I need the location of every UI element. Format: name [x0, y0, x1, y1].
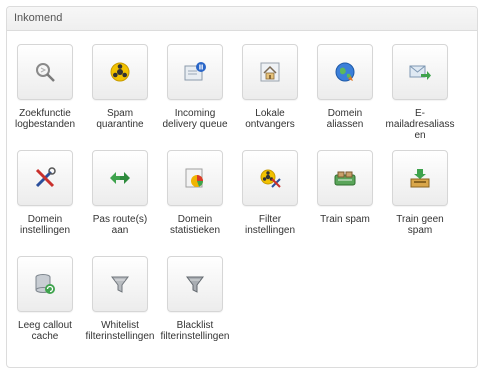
- funnel-icon: [111, 276, 129, 293]
- email-aliases-button[interactable]: [392, 44, 448, 100]
- tile-spam-quarantine[interactable]: Spam quarantine: [82, 44, 158, 130]
- tile-label: E-mailadresaliassen: [385, 108, 455, 141]
- tile-label: Lokale ontvangers: [245, 108, 295, 130]
- globe-icon: [335, 62, 355, 82]
- tile-train-spam[interactable]: Train spam: [307, 150, 383, 225]
- tile-label: Leeg callout cache: [18, 320, 72, 342]
- tile-label: Filter instellingen: [244, 214, 296, 236]
- tile-delivery-queue[interactable]: Incoming delivery queue: [157, 44, 233, 130]
- download-box-icon: [410, 169, 430, 188]
- log-search-button[interactable]: [17, 44, 73, 100]
- edit-routes-button[interactable]: [92, 150, 148, 206]
- tile-local-recipients[interactable]: Lokale ontvangers: [232, 44, 308, 130]
- tile-filter-settings[interactable]: Filter instellingen: [232, 150, 308, 236]
- spam-quarantine-button[interactable]: [92, 44, 148, 100]
- tile-train-ham[interactable]: Train geen spam: [382, 150, 458, 236]
- tile-label: Whitelist filterinstellingen: [85, 320, 155, 342]
- tile-label: Train geen spam: [396, 214, 444, 236]
- tile-whitelist[interactable]: Whitelist filterinstellingen: [82, 256, 158, 342]
- domain-aliases-button[interactable]: [317, 44, 373, 100]
- tile-label: Incoming delivery queue: [162, 108, 228, 130]
- tile-blacklist[interactable]: Blacklist filterinstellingen: [157, 256, 233, 342]
- incoming-panel: Inkomend Zoekfunctie logbestanden Spam q…: [6, 6, 478, 368]
- tile-label: Domein instellingen: [19, 214, 71, 236]
- magnifier-icon: [36, 63, 55, 82]
- pie-chart-icon: [185, 168, 203, 188]
- tile-log-search[interactable]: Zoekfunctie logbestanden: [7, 44, 83, 130]
- biohazard-icon: [110, 62, 130, 82]
- tile-label: Spam quarantine: [96, 108, 144, 130]
- filter-settings-button[interactable]: [242, 150, 298, 206]
- tile-label: Blacklist filterinstellingen: [160, 320, 230, 342]
- domain-settings-button[interactable]: [17, 150, 73, 206]
- tile-domain-statistics[interactable]: Domein statistieken: [157, 150, 233, 236]
- tile-label: Domein statistieken: [169, 214, 221, 236]
- panel-header: Inkomend: [7, 7, 477, 31]
- panel-title: Inkomend: [14, 12, 63, 24]
- local-recipients-button[interactable]: [242, 44, 298, 100]
- spam-cans-icon: [334, 171, 356, 186]
- queue-envelope-icon: [184, 62, 206, 81]
- tile-edit-routes[interactable]: Pas route(s) aan: [82, 150, 158, 236]
- tile-label: Train spam: [320, 214, 370, 225]
- tile-callout-cache[interactable]: Leeg callout cache: [7, 256, 83, 342]
- tile-label: Pas route(s) aan: [92, 214, 148, 236]
- funnel-icon: [186, 276, 204, 293]
- blacklist-filter-button[interactable]: [167, 256, 223, 312]
- tile-domain-aliases[interactable]: Domein aliassen: [307, 44, 383, 130]
- mail-forward-icon: [409, 65, 431, 80]
- tile-domain-settings[interactable]: Domein instellingen: [7, 150, 83, 236]
- biohazard-tools-icon: [260, 169, 281, 188]
- house-icon: [260, 62, 280, 82]
- whitelist-filter-button[interactable]: [92, 256, 148, 312]
- tile-label: Zoekfunctie logbestanden: [14, 108, 76, 130]
- route-arrows-icon: [110, 172, 130, 184]
- train-no-spam-button[interactable]: [392, 150, 448, 206]
- tile-email-aliases[interactable]: E-mailadresaliassen: [382, 44, 458, 141]
- train-spam-button[interactable]: [317, 150, 373, 206]
- delivery-queue-button[interactable]: [167, 44, 223, 100]
- clear-callout-cache-button[interactable]: [17, 256, 73, 312]
- database-refresh-icon: [35, 274, 55, 294]
- tile-label: Domein aliassen: [326, 108, 364, 130]
- tools-icon: [35, 167, 56, 188]
- domain-statistics-button[interactable]: [167, 150, 223, 206]
